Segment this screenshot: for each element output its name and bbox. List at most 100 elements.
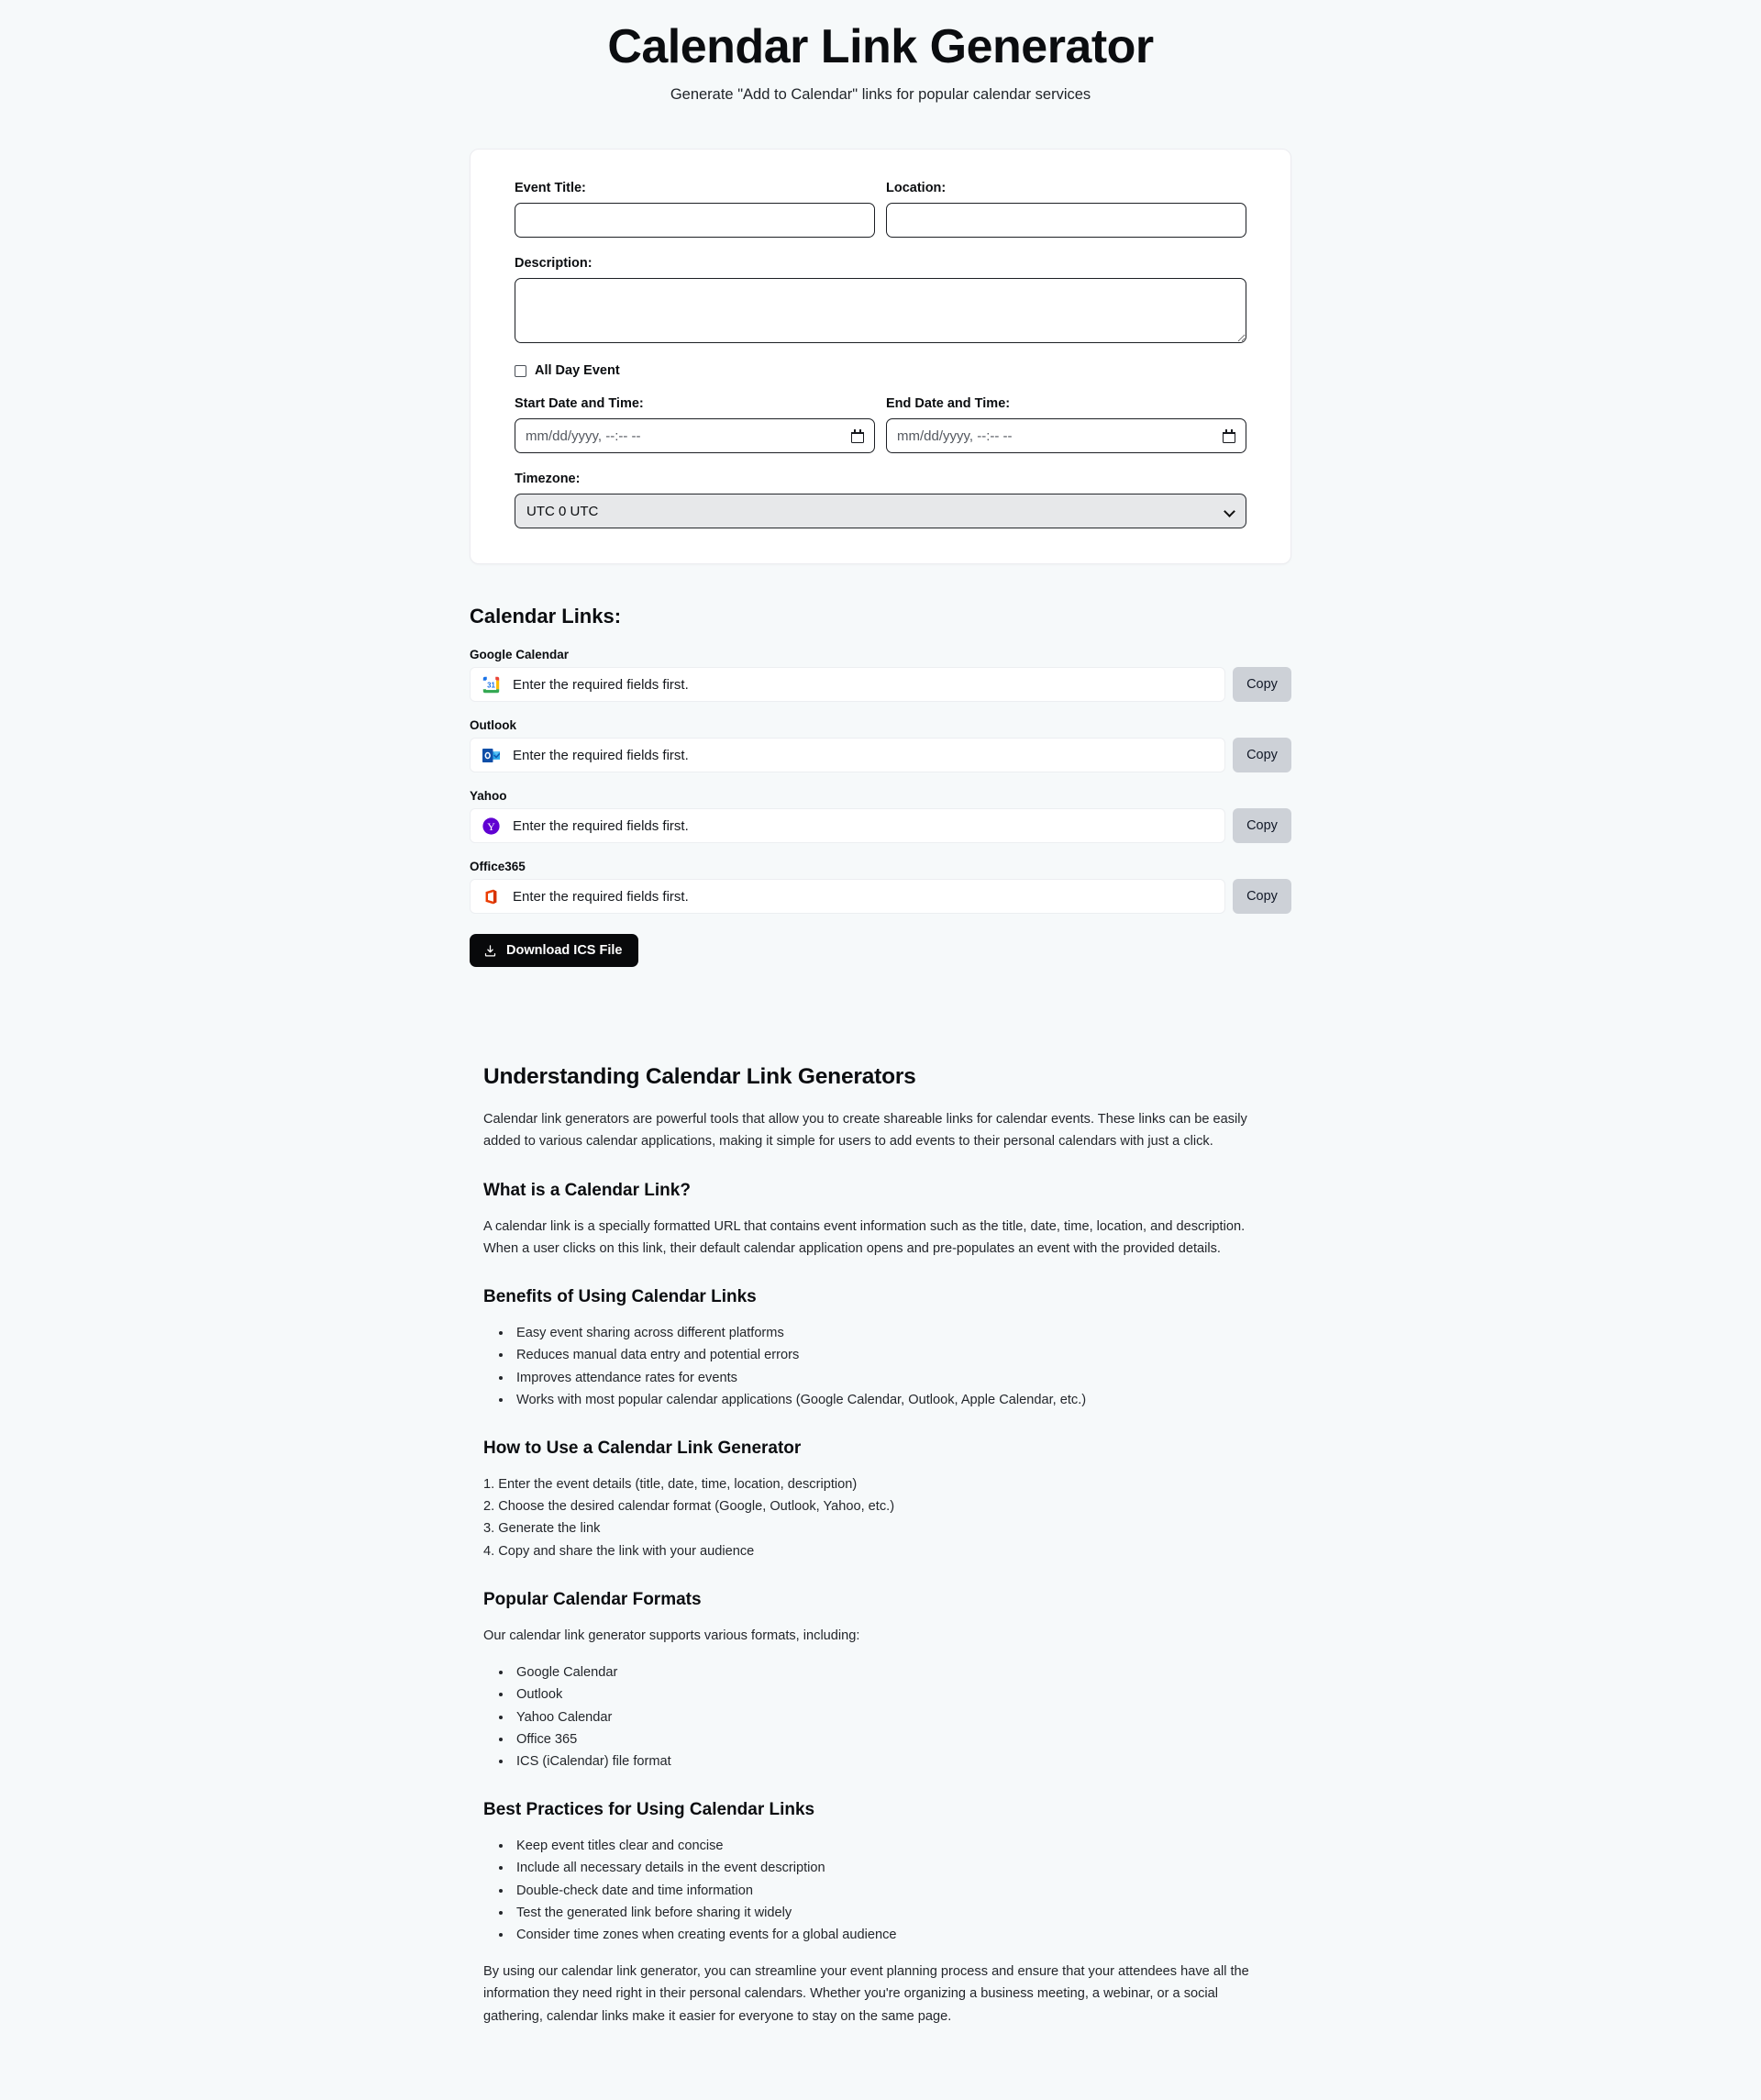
event-form-card: Event Title: Location: Description: All … [470, 149, 1291, 565]
start-datetime-wrap: mm/dd/yyyy, --:-- -- [515, 418, 875, 454]
article-what-heading: What is a Calendar Link? [483, 1180, 691, 1200]
list-item: 2. Choose the desired calendar format (G… [483, 1499, 895, 1515]
title-location-row: Event Title: Location: [515, 181, 1246, 239]
list-item: 1. Enter the event details (title, date,… [483, 1476, 858, 1492]
event-title-field-group: Event Title: [515, 181, 875, 239]
link-value-outlook: Enter the required fields first. [513, 747, 689, 763]
list-item: Improves attendance rates for events [513, 1367, 1278, 1389]
link-value-office365: Enter the required fields first. [513, 888, 689, 905]
article-best-heading: Best Practices for Using Calendar Links [483, 1800, 815, 1820]
article-benefits-heading: Benefits of Using Calendar Links [483, 1287, 757, 1307]
list-item: Double-check date and time information [513, 1880, 1278, 1902]
article-howto-heading: How to Use a Calendar Link Generator [483, 1438, 802, 1458]
page-root: Calendar Link Generator Generate "Add to… [0, 0, 1761, 2083]
link-field-office365[interactable]: Enter the required fields first. [470, 879, 1225, 915]
download-ics-label: Download ICS File [506, 943, 623, 959]
copy-button-outlook[interactable]: Copy [1233, 738, 1291, 773]
link-label-office365: Office365 [470, 860, 526, 874]
event-title-input[interactable] [515, 203, 875, 239]
all-day-event-label: All Day Event [535, 363, 620, 379]
list-item: 3. Generate the link [483, 1521, 601, 1537]
link-label-yahoo: Yahoo [470, 789, 507, 804]
timezone-selected-value: UTC 0 UTC [526, 503, 599, 519]
article-howto-list: 1. Enter the event details (title, date,… [483, 1473, 1278, 1562]
calendar-links-section: Calendar Links: Google Calendar 31 Enter [470, 605, 1291, 968]
copy-button-office365[interactable]: Copy [1233, 879, 1291, 915]
article-what-body: A calendar link is a specially formatted… [483, 1218, 1246, 1256]
timezone-field-group: Timezone: UTC 0 UTC [515, 472, 1246, 529]
list-item: Easy event sharing across different plat… [513, 1322, 1278, 1344]
location-field-group: Location: [886, 181, 1246, 239]
start-datetime-label: Start Date and Time: [515, 396, 644, 412]
list-item: 4. Copy and share the link with your aud… [483, 1543, 755, 1559]
form-card-column: Event Title: Location: Description: All … [470, 149, 1291, 565]
copy-button-yahoo[interactable]: Copy [1233, 808, 1291, 844]
copy-button-google[interactable]: Copy [1233, 667, 1291, 703]
link-field-yahoo[interactable]: Y Enter the required fields first. [470, 808, 1225, 844]
end-datetime-label: End Date and Time: [886, 396, 1011, 412]
link-row-office365: Enter the required fields first. Copy [470, 879, 1291, 915]
article-intro: Calendar link generators are powerful to… [483, 1112, 1247, 1150]
end-datetime-field-group: End Date and Time: mm/dd/yyyy, --:-- -- [886, 396, 1246, 454]
office365-icon [482, 888, 500, 906]
start-end-row: Start Date and Time: mm/dd/yyyy, --:-- -… [515, 396, 1246, 454]
list-item: Outlook [513, 1683, 1278, 1706]
outlook-icon [482, 747, 501, 764]
link-value-google: Enter the required fields first. [513, 676, 689, 693]
list-item: Yahoo Calendar [513, 1706, 1278, 1728]
description-field-group: Description: [515, 256, 1246, 344]
location-label: Location: [886, 181, 947, 196]
svg-text:Y: Y [487, 820, 495, 833]
list-item: Consider time zones when creating events… [513, 1924, 1278, 1946]
calendar-links-heading: Calendar Links: [470, 605, 622, 628]
list-item: Works with most popular calendar applica… [513, 1389, 1278, 1411]
page-subtitle: Generate "Add to Calendar" links for pop… [670, 86, 1091, 104]
article-title: Understanding Calendar Link Generators [483, 1064, 916, 1090]
timezone-label: Timezone: [515, 472, 581, 487]
download-icon [483, 944, 497, 958]
svg-text:31: 31 [487, 681, 495, 689]
download-ics-button[interactable]: Download ICS File [470, 934, 639, 968]
article-best-list: Keep event titles clear and concise Incl… [483, 1835, 1278, 1946]
link-row-outlook: Enter the required fields first. Copy [470, 738, 1291, 773]
google-calendar-icon: 31 [482, 676, 500, 694]
page-title: Calendar Link Generator [607, 20, 1154, 73]
link-label-google: Google Calendar [470, 648, 570, 662]
article-formats-heading: Popular Calendar Formats [483, 1589, 702, 1609]
link-row-yahoo: Y Enter the required fields first. Copy [470, 808, 1291, 844]
link-field-outlook[interactable]: Enter the required fields first. [470, 738, 1225, 773]
start-datetime-field-group: Start Date and Time: mm/dd/yyyy, --:-- -… [515, 396, 875, 454]
list-item: Test the generated link before sharing i… [513, 1902, 1278, 1924]
chevron-down-icon [1224, 506, 1235, 517]
list-item: Include all necessary details in the eve… [513, 1857, 1278, 1879]
article-formats-intro: Our calendar link generator supports var… [483, 1628, 860, 1643]
start-datetime-input[interactable]: mm/dd/yyyy, --:-- -- [515, 418, 875, 454]
timezone-select[interactable]: UTC 0 UTC [515, 494, 1246, 529]
link-label-outlook: Outlook [470, 718, 516, 733]
article-formats-list: Google Calendar Outlook Yahoo Calendar O… [483, 1661, 1278, 1772]
end-datetime-placeholder: mm/dd/yyyy, --:-- -- [897, 428, 1013, 444]
description-label: Description: [515, 256, 593, 272]
calendar-icon[interactable] [851, 428, 864, 443]
calendar-icon[interactable] [1223, 428, 1235, 443]
list-item: Office 365 [513, 1728, 1278, 1750]
link-field-google[interactable]: 31 Enter the required fields first. [470, 667, 1225, 703]
list-item: Reduces manual data entry and potential … [513, 1344, 1278, 1366]
link-row-google: 31 Enter the required fields first. Copy [470, 667, 1291, 703]
list-item: Google Calendar [513, 1661, 1278, 1683]
article-benefits-list: Easy event sharing across different plat… [483, 1322, 1278, 1411]
link-value-yahoo: Enter the required fields first. [513, 817, 689, 834]
end-datetime-input[interactable]: mm/dd/yyyy, --:-- -- [886, 418, 1246, 454]
start-datetime-placeholder: mm/dd/yyyy, --:-- -- [526, 428, 641, 444]
all-day-event-row[interactable]: All Day Event [515, 363, 1246, 378]
yahoo-icon: Y [482, 817, 500, 835]
description-textarea[interactable] [515, 278, 1246, 344]
all-day-event-checkbox[interactable] [515, 364, 526, 377]
list-item: ICS (iCalendar) file format [513, 1750, 1278, 1772]
event-title-label: Event Title: [515, 181, 586, 196]
site-header: Calendar Link Generator Generate "Add to… [0, 20, 1761, 104]
article-section: Understanding Calendar Link Generators C… [483, 1064, 1278, 2083]
list-item: Keep event titles clear and concise [513, 1835, 1278, 1857]
article-closing: By using our calendar link generator, yo… [483, 1964, 1249, 2024]
location-input[interactable] [886, 203, 1246, 239]
